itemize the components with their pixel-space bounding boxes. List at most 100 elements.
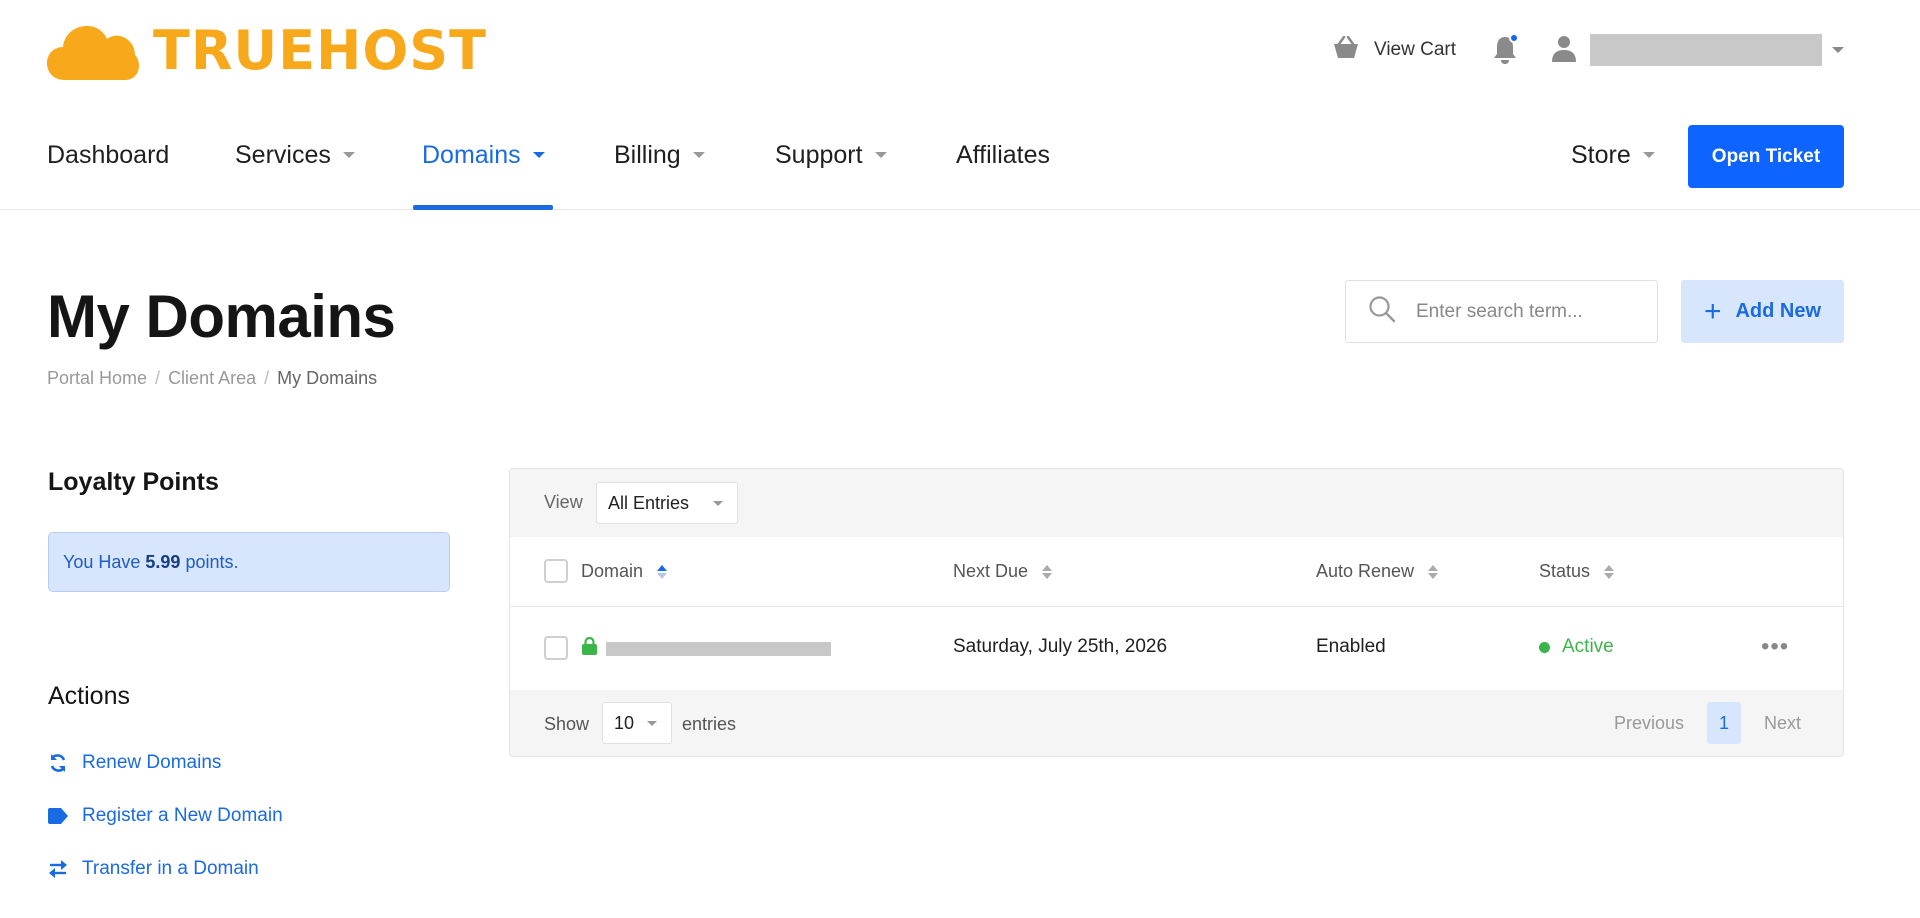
- chevron-down-icon: [647, 721, 657, 726]
- notifications-button[interactable]: [1492, 33, 1520, 65]
- add-new-button[interactable]: + Add New: [1681, 280, 1844, 343]
- chevron-down-icon: [713, 501, 723, 506]
- breadcrumb: Portal Home / Client Area / My Domains: [47, 368, 377, 389]
- pagination-page-current[interactable]: 1: [1706, 702, 1741, 744]
- column-header-auto-renew[interactable]: Auto Renew: [1316, 561, 1439, 582]
- transfer-domain-link[interactable]: Transfer in a Domain: [48, 858, 259, 880]
- loyalty-points-heading: Loyalty Points: [48, 468, 219, 496]
- page-length-value: 10: [614, 712, 635, 733]
- transfer-domain-label: Transfer in a Domain: [82, 858, 259, 879]
- breadcrumb-separator: /: [264, 368, 270, 388]
- view-cart-link[interactable]: View Cart: [1332, 35, 1456, 65]
- loyalty-points-value: 5.99: [145, 551, 181, 572]
- nav-store-label: Store: [1571, 140, 1631, 169]
- nav-affiliates-label: Affiliates: [956, 140, 1051, 169]
- column-auto-renew-label: Auto Renew: [1316, 561, 1415, 581]
- loyalty-prefix: You Have: [63, 551, 141, 572]
- plus-icon: +: [1703, 294, 1722, 328]
- user-icon: [1552, 34, 1576, 67]
- register-domain-link[interactable]: Register a New Domain: [48, 805, 283, 827]
- column-next-due-label: Next Due: [953, 561, 1029, 581]
- nav-billing[interactable]: Billing: [614, 100, 705, 210]
- row-checkbox[interactable]: [544, 636, 568, 660]
- sort-icon: [1042, 564, 1053, 579]
- exchange-icon: [48, 859, 68, 879]
- bell-icon: [1492, 37, 1518, 69]
- sort-icon: [1428, 564, 1439, 579]
- search-input[interactable]: [1416, 300, 1636, 323]
- breadcrumb-current: My Domains: [277, 368, 378, 388]
- nav-billing-label: Billing: [614, 140, 681, 169]
- domain-name-redacted[interactable]: [606, 642, 831, 656]
- sort-icon: [657, 564, 668, 579]
- domains-table-card: View All Entries Domain Next Due Auto Re…: [509, 468, 1844, 757]
- view-filter-select[interactable]: All Entries: [596, 482, 738, 524]
- user-toolbar: View Cart: [1332, 28, 1844, 72]
- column-header-status[interactable]: Status: [1539, 561, 1615, 582]
- chevron-down-icon[interactable]: [1832, 47, 1844, 53]
- main-nav: Dashboard Services Domains Billing Suppo…: [0, 100, 1920, 210]
- nav-dashboard[interactable]: Dashboard: [47, 100, 169, 210]
- nav-services-label: Services: [235, 140, 331, 169]
- select-all-checkbox[interactable]: [544, 559, 568, 583]
- lock-icon: [582, 636, 597, 660]
- search-field[interactable]: [1345, 280, 1658, 343]
- cloud-icon: [47, 22, 139, 80]
- notification-badge: [1509, 33, 1519, 43]
- status-badge: Active: [1539, 636, 1614, 658]
- top-header: TRUEHOST View Cart: [0, 0, 1920, 100]
- table-footer: Show 10 entries Previous 1 Next: [510, 690, 1843, 756]
- active-nav-indicator: [413, 205, 553, 210]
- nav-support-label: Support: [775, 140, 863, 169]
- next-due-date: Saturday, July 25th, 2026: [953, 636, 1168, 657]
- chevron-down-icon: [692, 152, 705, 158]
- nav-support[interactable]: Support: [775, 100, 887, 210]
- show-label: Show: [544, 714, 590, 734]
- entries-label: entries: [682, 714, 737, 734]
- breadcrumb-separator: /: [155, 368, 161, 388]
- basket-icon: [1332, 35, 1360, 65]
- chevron-down-icon: [1642, 152, 1655, 158]
- view-filter-label: View: [544, 492, 583, 512]
- column-status-label: Status: [1539, 561, 1591, 581]
- nav-store[interactable]: Store: [1571, 100, 1655, 210]
- renew-domains-link[interactable]: Renew Domains: [48, 752, 221, 774]
- pagination-next[interactable]: Next: [1764, 713, 1801, 734]
- breadcrumb-portal-home[interactable]: Portal Home: [47, 368, 147, 389]
- status-label: Active: [1562, 636, 1614, 657]
- actions-heading: Actions: [48, 682, 130, 710]
- nav-domains[interactable]: Domains: [422, 100, 545, 210]
- nav-dashboard-label: Dashboard: [47, 140, 170, 169]
- auto-renew-value: Enabled: [1316, 636, 1386, 657]
- chevron-down-icon: [532, 152, 545, 158]
- user-menu-redacted[interactable]: [1590, 34, 1822, 66]
- search-icon: [1346, 295, 1396, 328]
- loyalty-suffix: points.: [185, 551, 239, 572]
- pagination-previous[interactable]: Previous: [1614, 713, 1684, 734]
- loyalty-points-panel: You Have 5.99 points.: [48, 532, 450, 592]
- table-header: Domain Next Due Auto Renew Status: [510, 537, 1843, 607]
- page-title: My Domains: [47, 283, 396, 350]
- chevron-down-icon: [874, 152, 887, 158]
- register-domain-label: Register a New Domain: [82, 805, 283, 826]
- sync-icon: [48, 753, 68, 773]
- brand-name: TRUEHOST: [153, 19, 487, 82]
- breadcrumb-client-area[interactable]: Client Area: [168, 368, 256, 389]
- view-filter-value: All Entries: [608, 492, 690, 513]
- column-header-next-due[interactable]: Next Due: [953, 561, 1053, 582]
- pagination: Previous 1 Next: [1614, 702, 1801, 744]
- tag-icon: [48, 806, 68, 826]
- view-cart-label: View Cart: [1373, 39, 1456, 60]
- table-row[interactable]: Saturday, July 25th, 2026 Enabled Active…: [510, 607, 1843, 689]
- renew-domains-label: Renew Domains: [82, 752, 222, 773]
- nav-services[interactable]: Services: [235, 100, 355, 210]
- nav-affiliates[interactable]: Affiliates: [956, 100, 1050, 210]
- add-new-label: Add New: [1735, 300, 1822, 322]
- sort-icon: [1604, 564, 1615, 579]
- column-domain-label: Domain: [581, 561, 644, 581]
- brand-logo[interactable]: TRUEHOST: [47, 20, 487, 82]
- page-length-select[interactable]: 10: [602, 702, 672, 744]
- open-ticket-button[interactable]: Open Ticket: [1688, 125, 1844, 188]
- more-options-icon[interactable]: •••: [1761, 633, 1789, 661]
- column-header-domain[interactable]: Domain: [581, 561, 668, 582]
